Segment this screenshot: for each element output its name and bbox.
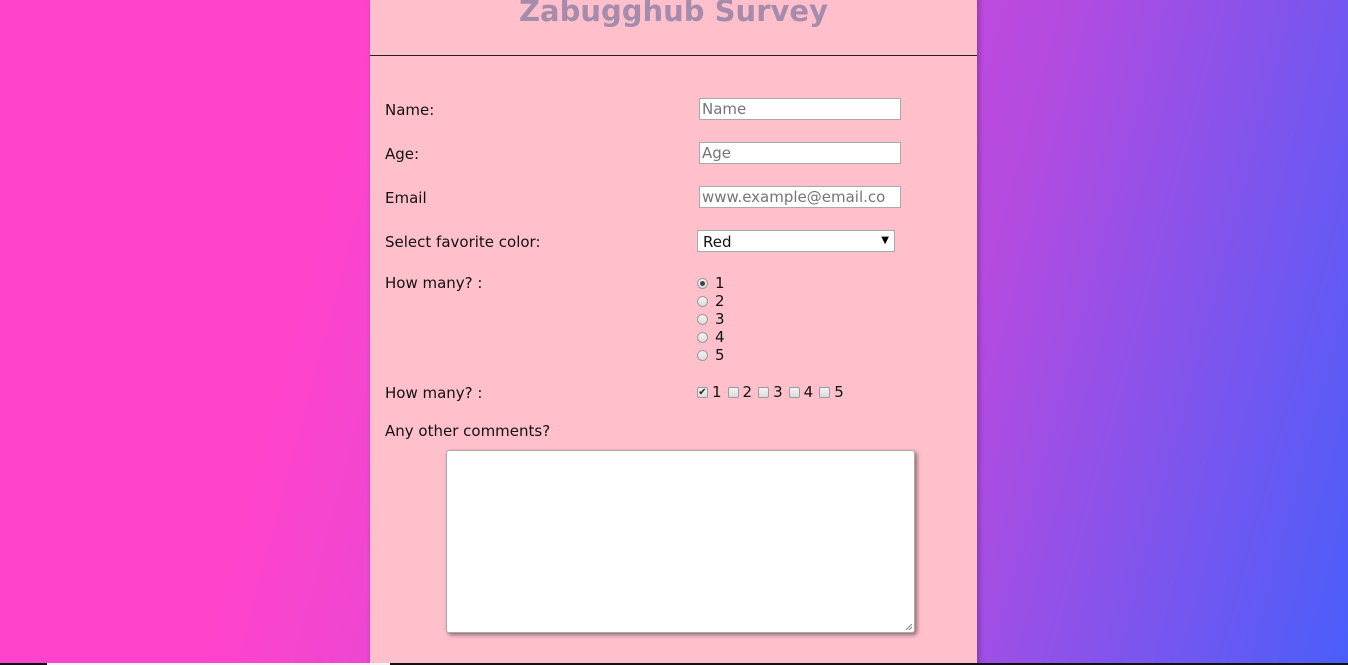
survey-card: Zabugghub Survey Name: Age: Email Select…	[370, 0, 977, 665]
resize-handle-icon[interactable]	[906, 624, 912, 630]
checkbox[interactable]	[758, 386, 770, 398]
color-label: Select favorite color:	[385, 233, 541, 251]
email-label: Email	[385, 189, 427, 207]
radio-button[interactable]	[697, 295, 708, 307]
checkbox[interactable]	[819, 386, 831, 398]
radio-option-label: 5	[715, 346, 725, 364]
radio-option-label: 4	[715, 328, 725, 346]
chevron-down-icon: ▼	[881, 235, 889, 246]
checkbox-option-4[interactable]: 4	[788, 383, 814, 401]
checkbox[interactable]: ✔	[697, 386, 708, 398]
radio-option-label: 2	[715, 292, 725, 310]
radio-button[interactable]	[697, 313, 708, 325]
radio-button[interactable]	[697, 277, 708, 289]
radio-option-label: 1	[715, 274, 725, 292]
checkbox[interactable]	[727, 386, 739, 398]
checkbox-option-label: 5	[834, 383, 844, 401]
color-select[interactable]: Red ▼	[697, 230, 895, 252]
age-label: Age:	[385, 145, 420, 163]
checkbox-option-label: 2	[742, 383, 753, 401]
name-label: Name:	[385, 101, 435, 119]
checkbox-option-2[interactable]: 2	[727, 383, 753, 401]
checkbox-group-label: How many? :	[385, 384, 483, 402]
checkbox[interactable]	[788, 386, 800, 398]
checkbox-option-5[interactable]: 5	[819, 383, 844, 401]
checkbox-option-label: 1	[712, 383, 722, 401]
name-input[interactable]	[699, 98, 901, 120]
radio-option-4[interactable]: 4	[697, 328, 725, 346]
title-divider	[370, 55, 977, 56]
page-title: Zabugghub Survey	[519, 0, 828, 28]
radio-button[interactable]	[697, 349, 708, 361]
comments-label: Any other comments?	[385, 422, 551, 440]
radio-button[interactable]	[697, 331, 708, 343]
radio-option-5[interactable]: 5	[697, 346, 725, 364]
radio-option-2[interactable]: 2	[697, 292, 725, 310]
checkbox-option-label: 4	[803, 383, 814, 401]
checkbox-option-label: 3	[773, 383, 783, 401]
radio-option-label: 3	[715, 310, 725, 328]
checkbox-option-1[interactable]: ✔ 1	[697, 383, 722, 401]
color-select-value: Red	[703, 233, 732, 251]
checkbox-option-3[interactable]: 3	[758, 383, 783, 401]
checkbox-group: ✔ 1 2 3 4 5	[697, 383, 850, 401]
age-input[interactable]	[699, 142, 901, 164]
radio-option-1[interactable]: 1	[697, 274, 725, 292]
comments-textarea[interactable]	[446, 450, 915, 633]
radio-group-label: How many? :	[385, 274, 483, 292]
email-input[interactable]	[699, 186, 901, 208]
radio-option-3[interactable]: 3	[697, 310, 725, 328]
